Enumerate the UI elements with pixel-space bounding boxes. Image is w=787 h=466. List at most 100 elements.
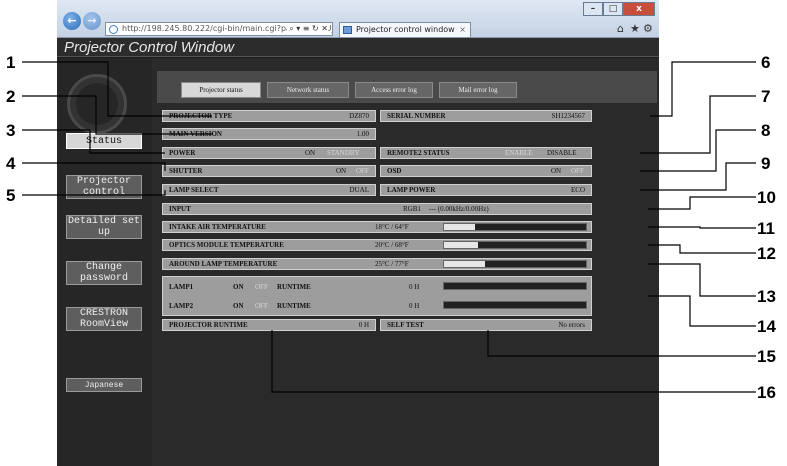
self-test-label: SELF TEST bbox=[387, 321, 424, 329]
leader-6 bbox=[650, 61, 756, 117]
input-frequency: --- (0.00kHz/0.00Hz) bbox=[429, 205, 489, 213]
around-temp-label: AROUND LAMP TEMPERATURE bbox=[169, 260, 278, 268]
lamp1-runtime-label: RUNTIME bbox=[277, 283, 311, 291]
callout-11: 11 bbox=[757, 219, 775, 238]
optics-temp-value: 20°C / 68°F bbox=[375, 241, 409, 249]
tab-mail-error-log[interactable]: Mail error log bbox=[439, 82, 517, 98]
leader-13 bbox=[648, 263, 756, 297]
back-icon[interactable]: ← bbox=[63, 12, 81, 30]
callout-3: 3 bbox=[6, 121, 16, 140]
address-tools[interactable]: ⌕ ▾ ≡ ↻ ✕ bbox=[287, 23, 328, 35]
projector-runtime-value: 0 H bbox=[358, 321, 369, 329]
lamp2-off-indicator: OFF bbox=[255, 302, 268, 310]
row-optics-module-temperature: OPTICS MODULE TEMPERATURE 20°C / 68°F bbox=[162, 239, 592, 251]
app-title: Projector Control Window bbox=[57, 38, 659, 57]
row-remote2-status: REMOTE2 STATUS ENABLE DISABLE bbox=[380, 147, 592, 159]
sidebar-item-change-password[interactable]: Change password bbox=[66, 261, 142, 285]
callout-13: 13 bbox=[757, 287, 776, 306]
lamp2-on-indicator: ON bbox=[233, 302, 244, 310]
optics-temp-fill bbox=[444, 242, 479, 248]
main-version-value: 1.00 bbox=[356, 130, 369, 138]
screenshot-frame: ← → http://198.245.80.222/cgi-bin/main.c… bbox=[57, 0, 659, 466]
intake-temp-bar bbox=[443, 223, 587, 231]
tab-title: Projector control window bbox=[356, 25, 455, 34]
close-window-button[interactable]: x bbox=[623, 2, 655, 16]
lamp2-runtime-label: RUNTIME bbox=[277, 302, 311, 310]
tab-network-status[interactable]: Network status bbox=[267, 82, 349, 98]
lamp-runtime-box: LAMP1 ON OFF RUNTIME 0 H LAMP2 ON OFF RU… bbox=[162, 276, 592, 316]
projector-runtime-label: PROJECTOR RUNTIME bbox=[169, 321, 248, 329]
projector-type-label: PROJECTOR TYPE bbox=[169, 112, 233, 120]
minimize-button[interactable]: – bbox=[583, 2, 603, 16]
callout-10: 10 bbox=[757, 188, 776, 207]
callout-1: 1 bbox=[6, 53, 16, 72]
row-lamp-power: LAMP POWER ECO bbox=[380, 184, 592, 196]
sidebar-item-crestron-roomview[interactable]: CRESTRON RoomView bbox=[66, 307, 142, 331]
callout-16: 16 bbox=[757, 383, 776, 402]
remote2-status-label: REMOTE2 STATUS bbox=[387, 149, 450, 157]
osd-label: OSD bbox=[387, 167, 402, 175]
input-value: RGB1 bbox=[403, 205, 421, 213]
gear-icon[interactable]: ⚙ bbox=[643, 22, 653, 35]
main-version-label: MAIN VERSION bbox=[169, 130, 222, 138]
sidebar-item-projector-control[interactable]: Projector control bbox=[66, 175, 142, 199]
lamp1-runtime-value: 0 H bbox=[409, 283, 420, 291]
shutter-on-indicator: ON bbox=[336, 167, 347, 175]
language-button-japanese[interactable]: Japanese bbox=[66, 378, 142, 392]
status-tabbar: Projector status Network status Access e… bbox=[157, 71, 657, 103]
remote2-disable-indicator: DISABLE bbox=[547, 149, 577, 157]
main-content: Projector status Network status Access e… bbox=[152, 58, 659, 466]
projector-logo-icon bbox=[67, 74, 127, 134]
address-bar[interactable]: http://198.245.80.222/cgi-bin/main.cgi?p… bbox=[105, 22, 333, 36]
intake-temp-value: 18°C / 64°F bbox=[375, 223, 409, 231]
lamp-power-value: ECO bbox=[571, 186, 585, 194]
lamp2-label: LAMP2 bbox=[169, 302, 194, 310]
favorites-star-icon[interactable]: ★ bbox=[630, 22, 640, 35]
browser-titlebar: ← → http://198.245.80.222/cgi-bin/main.c… bbox=[57, 0, 659, 38]
row-intake-air-temperature: INTAKE AIR TEMPERATURE 18°C / 64°F bbox=[162, 221, 592, 233]
callout-6: 6 bbox=[761, 53, 771, 72]
callout-5: 5 bbox=[6, 186, 16, 205]
osd-off-indicator: OFF bbox=[571, 167, 584, 175]
shutter-label: SHUTTER bbox=[169, 167, 203, 175]
tab-access-error-log[interactable]: Access error log bbox=[355, 82, 433, 98]
tab-close-icon[interactable]: × bbox=[459, 23, 466, 37]
row-serial-number: SERIAL NUMBER SH1234567 bbox=[380, 110, 592, 122]
lamp1-on-indicator: ON bbox=[233, 283, 244, 291]
row-osd: OSD ON OFF bbox=[380, 165, 592, 177]
power-standby-indicator: STANDBY bbox=[327, 149, 360, 157]
sidebar-item-status[interactable]: Status bbox=[66, 133, 142, 149]
leader-11 bbox=[648, 226, 756, 229]
row-projector-type: PROJECTOR TYPE DZ870 bbox=[162, 110, 376, 122]
serial-number-value: SH1234567 bbox=[551, 112, 585, 120]
power-label: POWER bbox=[169, 149, 196, 157]
lamp-select-label: LAMP SELECT bbox=[169, 186, 219, 194]
sidebar-item-detailed-setup[interactable]: Detailed set up bbox=[66, 215, 142, 239]
row-lamp-select: LAMP SELECT DUAL bbox=[162, 184, 376, 196]
forward-icon[interactable]: → bbox=[83, 12, 101, 30]
power-on-indicator: ON bbox=[305, 149, 316, 157]
tab-projector-status[interactable]: Projector status bbox=[181, 82, 261, 98]
around-temp-fill bbox=[444, 261, 486, 267]
shutter-off-indicator: OFF bbox=[356, 167, 369, 175]
lamp-power-label: LAMP POWER bbox=[387, 186, 436, 194]
row-projector-runtime: PROJECTOR RUNTIME 0 H bbox=[162, 319, 376, 331]
maximize-button[interactable]: □ bbox=[603, 2, 623, 16]
row-self-test: SELF TEST No errors bbox=[380, 319, 592, 331]
leader-12 bbox=[648, 244, 756, 254]
callout-2: 2 bbox=[6, 87, 16, 106]
callout-9: 9 bbox=[761, 154, 771, 173]
home-icon[interactable]: ⌂ bbox=[617, 22, 624, 35]
osd-on-indicator: ON bbox=[551, 167, 562, 175]
callout-8: 8 bbox=[761, 121, 771, 140]
sidebar: Status Projector control Detailed set up… bbox=[57, 58, 152, 466]
input-label: INPUT bbox=[169, 205, 191, 213]
browser-tab[interactable]: Projector control window × bbox=[339, 22, 471, 37]
leader-14 bbox=[648, 295, 756, 327]
callout-4: 4 bbox=[6, 154, 16, 173]
page-icon bbox=[343, 26, 352, 34]
lamp1-off-indicator: OFF bbox=[255, 283, 268, 291]
row-main-version: MAIN VERSION 1.00 bbox=[162, 128, 376, 140]
callout-15: 15 bbox=[757, 347, 776, 366]
optics-temp-bar bbox=[443, 241, 587, 249]
